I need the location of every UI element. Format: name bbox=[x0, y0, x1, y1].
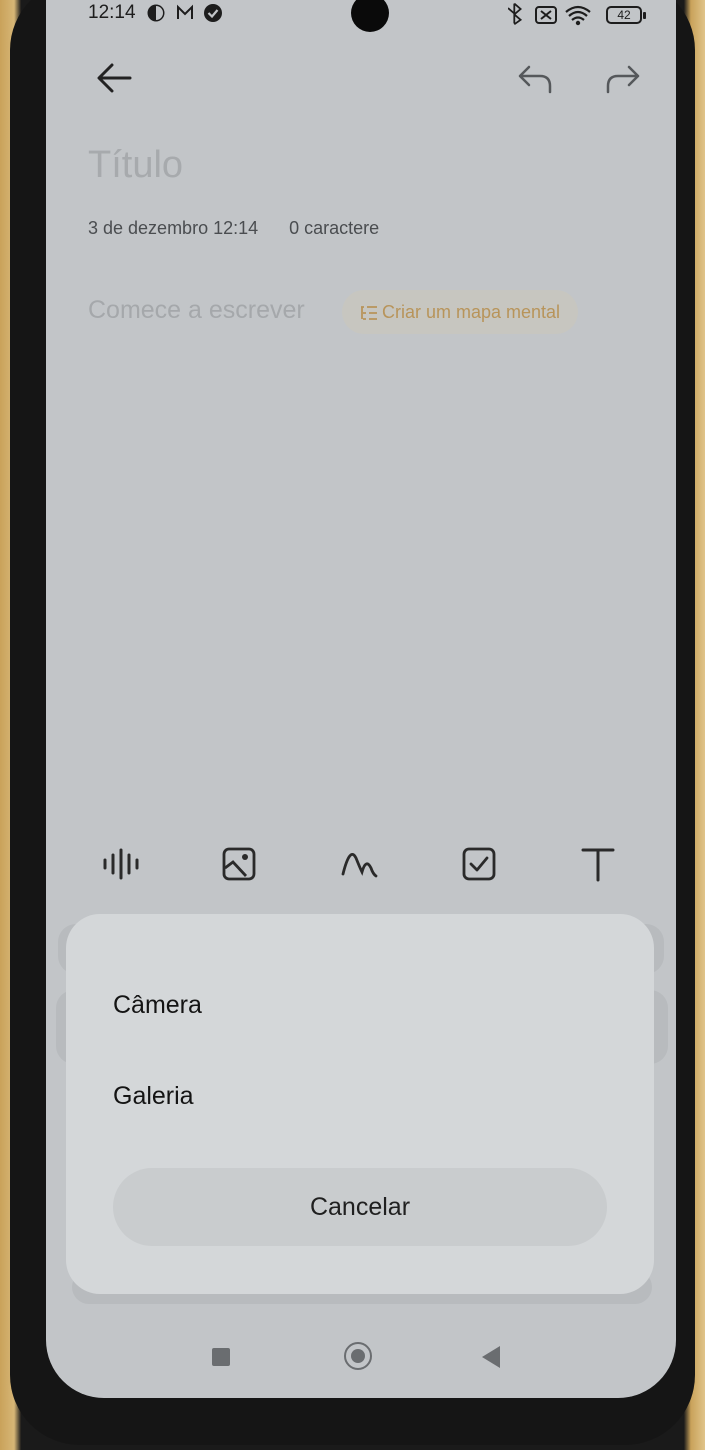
status-time: 12:14 bbox=[88, 2, 136, 23]
screen: 12:14 42 Título 3 de dezembro 12:14 0 ca… bbox=[46, 0, 676, 1398]
status-left-icons bbox=[147, 4, 222, 22]
status-right-icons bbox=[508, 2, 591, 26]
wifi-icon bbox=[565, 5, 591, 21]
bluetooth-icon bbox=[508, 2, 523, 26]
cancel-button[interactable]: Cancelar bbox=[113, 1168, 607, 1246]
recents-square-icon[interactable] bbox=[212, 1348, 230, 1366]
battery-icon: 42 bbox=[606, 6, 646, 24]
camera-option[interactable]: Câmera bbox=[113, 991, 202, 1020]
handwriting-icon[interactable] bbox=[340, 844, 382, 884]
create-mindmap-button[interactable]: Criar um mapa mental bbox=[342, 290, 579, 334]
phone-frame: 12:14 42 Título 3 de dezembro 12:14 0 ca… bbox=[10, 0, 695, 1445]
image-icon[interactable] bbox=[221, 846, 257, 882]
checkbox-icon[interactable] bbox=[461, 846, 497, 882]
audio-wave-icon[interactable] bbox=[102, 846, 140, 882]
gallery-option[interactable]: Galeria bbox=[113, 1082, 194, 1111]
check-circle-icon bbox=[204, 4, 222, 22]
front-camera bbox=[351, 0, 389, 32]
back-triangle-icon[interactable] bbox=[482, 1346, 500, 1368]
text-format-icon[interactable] bbox=[580, 846, 616, 882]
gmail-icon bbox=[177, 4, 193, 19]
note-body-field[interactable]: Comece a escrever bbox=[88, 296, 305, 325]
editor-header bbox=[46, 50, 676, 110]
navigation-bar bbox=[46, 1328, 676, 1388]
status-bar: 12:14 42 bbox=[46, 0, 676, 46]
note-date: 3 de dezembro 12:14 bbox=[88, 218, 259, 238]
create-mindmap-label: Criar um mapa mental bbox=[382, 302, 561, 322]
note-title-field[interactable]: Título bbox=[88, 144, 183, 187]
note-meta: 3 de dezembro 12:14 0 caractere bbox=[88, 218, 405, 239]
redo-icon[interactable] bbox=[602, 62, 642, 98]
arrow-left-icon[interactable] bbox=[94, 60, 134, 96]
home-circle-icon[interactable] bbox=[344, 1342, 372, 1370]
note-char-count: 0 caractere bbox=[289, 218, 380, 238]
editor-toolbar bbox=[46, 834, 676, 894]
list-tree-icon bbox=[361, 306, 377, 321]
insert-image-sheet: Câmera Galeria Cancelar bbox=[66, 914, 654, 1294]
undo-icon[interactable] bbox=[516, 62, 556, 98]
